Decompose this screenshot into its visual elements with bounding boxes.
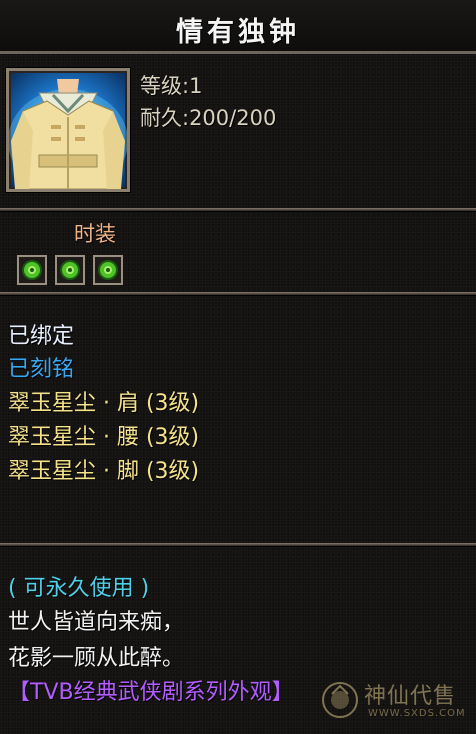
watermark-text: 神仙代售	[364, 684, 457, 709]
watermark-url: WWW.SXDS.COM	[368, 708, 466, 719]
engraved-status-text: 已刻铭	[8, 357, 75, 382]
costume-robe-icon[interactable]	[6, 68, 130, 192]
green-gem-icon[interactable]	[17, 255, 47, 285]
green-gem-icon[interactable]	[55, 255, 85, 285]
title-bar: 情有独钟	[0, 0, 476, 54]
gem-property-feet: 翠玉星尘 · 脚 (3级)	[8, 459, 200, 484]
usage-duration-text: ( 可永久使用 )	[8, 576, 150, 601]
item-type-label: 时装	[74, 222, 116, 246]
item-name: 情有独钟	[176, 17, 300, 48]
item-header: 等级:1 耐久:200/200	[0, 54, 476, 210]
item-properties: 已绑定 已刻铭 翠玉星尘 · 肩 (3级) 翠玉星尘 · 腰 (3级) 翠玉星尘…	[0, 296, 476, 536]
item-type-section: 时装	[0, 210, 476, 290]
divider	[0, 543, 476, 546]
item-tooltip: 情有独钟 等级:1 耐久:200/200 时装 已绑定 已刻铭 翠玉星尘 · 肩…	[0, 0, 476, 734]
flavor-text-line-2: 花影一顾从此醉。	[8, 646, 185, 671]
divider	[0, 292, 476, 295]
watermark-logo-icon	[322, 682, 358, 718]
bound-status-text: 已绑定	[8, 324, 75, 349]
flavor-text-line-1: 世人皆道向来痴，	[8, 610, 185, 635]
durability-text: 耐久:200/200	[140, 106, 277, 130]
series-label: 【TVB经典武侠剧系列外观】	[8, 680, 294, 705]
gem-property-waist: 翠玉星尘 · 腰 (3级)	[8, 425, 200, 450]
gem-property-shoulder: 翠玉星尘 · 肩 (3级)	[8, 391, 200, 416]
watermark: 神仙代售 WWW.SXDS.COM	[320, 676, 470, 724]
level-text: 等级:1	[140, 74, 203, 98]
green-gem-icon[interactable]	[93, 255, 123, 285]
